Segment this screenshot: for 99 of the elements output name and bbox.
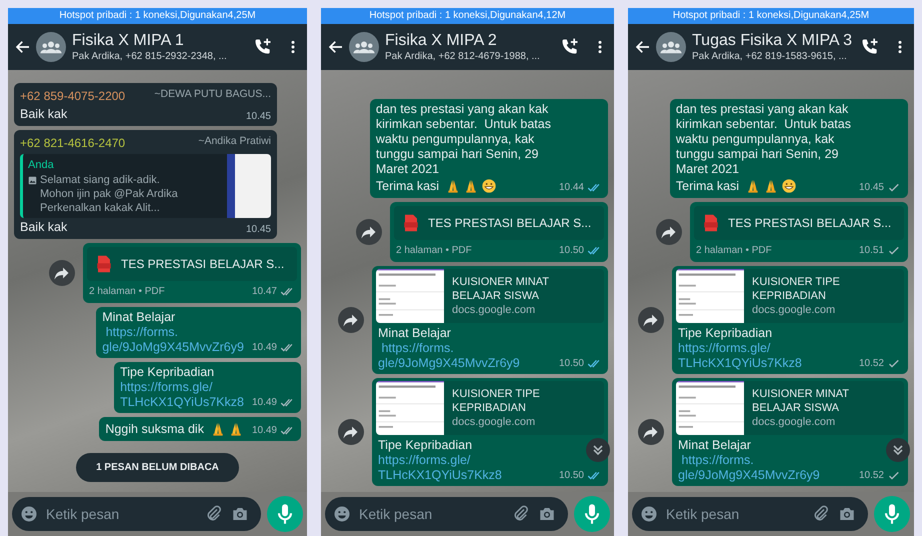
emoji-icon	[20, 505, 38, 523]
microphone-button[interactable]	[874, 496, 910, 532]
forward-button[interactable]	[338, 419, 364, 445]
preview-domain: docs.google.com	[452, 414, 536, 430]
preview-title: KUISIONER MINAT BELAJAR SISWA	[452, 274, 550, 302]
message-link[interactable]: https://forms.gle/ TLHcKX1QYiUs7Kkz8	[120, 380, 244, 410]
message-time: 10.49	[252, 342, 277, 352]
unread-messages-banner: 1 PESAN BELUM DIBACA	[76, 453, 239, 482]
preview-domain: docs.google.com	[752, 302, 836, 318]
message-time: 10.49	[252, 426, 277, 436]
emoji-icon	[640, 505, 658, 523]
message-text: Baik kak	[20, 220, 68, 235]
group-avatar[interactable]	[656, 32, 686, 62]
message-link[interactable]: https://forms.gle/ TLHcKX1QYiUs7Kkz8	[678, 341, 851, 371]
message-text: dan tes prestasi yang akan kak kirimkan sebentar. Untuk batas waktu pengumpulannya, kak tunggu sampai hari Senin, 29 Maret 2021	[676, 102, 851, 177]
preview-domain: docs.google.com	[752, 414, 836, 430]
sender-name: ~DEWA PUTU BAGUS...	[154, 86, 271, 102]
sender-phone: +62 821-4616-2470	[20, 134, 126, 152]
microphone-button[interactable]	[574, 496, 610, 532]
chat-participants: Pak Ardika, +62 819-1583-9615, ...	[692, 50, 847, 63]
preview-title: KUISIONER MINAT BELAJAR SISWA	[752, 386, 850, 414]
message-text: Minat Belajar	[678, 438, 752, 453]
emoji-icon	[333, 505, 351, 523]
status-bar: Hotspot pribadi : 1 koneksi,Digunakan4,25M	[8, 8, 307, 24]
document-title: TES PRESTASI BELAJAR S...	[728, 215, 892, 232]
scroll-down-button[interactable]	[586, 438, 610, 462]
message-time: 10.45	[246, 112, 271, 122]
scroll-down-button[interactable]	[886, 438, 910, 462]
sender-name: ~Andika Pratiwi	[198, 134, 271, 148]
message-text: Tipe Kepribadian	[378, 438, 474, 453]
quote-text: Selamat siang adik-adik. Mohon ijin pak @Pak Ardika Perkenalkan kakak Alit...	[40, 173, 178, 215]
chat-title[interactable]: Tugas Fisika X MIPA 3	[692, 31, 852, 50]
message-time: 10.51	[858, 246, 884, 256]
message-time: 10.49	[252, 398, 277, 408]
document-info: 2 halaman • PDF	[89, 285, 165, 299]
document-title: TES PRESTASI BELAJAR S...	[428, 215, 592, 232]
forward-button[interactable]	[338, 307, 364, 333]
pdf-icon	[702, 212, 720, 234]
photo-placeholder	[227, 154, 271, 218]
pdf-icon	[95, 253, 113, 275]
pdf-icon	[402, 212, 420, 234]
camera-icon[interactable]	[538, 505, 556, 523]
message-link[interactable]: https://forms. gle/9JoMg9X45MvvZr6y9	[378, 341, 551, 371]
message-text: Minat Belajar	[102, 310, 176, 325]
status-bar: Hotspot pribadi : 1 koneksi,Digunakan4,12M	[321, 8, 614, 24]
message-time: 10.52	[858, 470, 884, 480]
form-thumbnail-drawing	[376, 269, 444, 323]
message-link[interactable]: https://forms.gle/ TLHcKX1QYiUs7Kkz8	[378, 453, 551, 483]
message-time: 10.50	[558, 470, 584, 480]
message-time: 10.45	[858, 182, 884, 192]
message-text: Terima kasi	[676, 178, 740, 195]
document-title: TES PRESTASI BELAJAR S...	[121, 256, 284, 273]
status-bar: Hotspot pribadi : 1 koneksi,Digunakan4,25M	[628, 8, 914, 24]
message-time: 10.50	[558, 358, 584, 368]
message-time: 10.45	[246, 225, 271, 235]
form-thumbnail-drawing	[376, 381, 444, 435]
message-time: 10.50	[558, 246, 584, 256]
message-time: 10.44	[558, 182, 584, 192]
forward-button[interactable]	[638, 307, 664, 333]
forward-button[interactable]	[356, 219, 382, 245]
preview-domain: docs.google.com	[452, 302, 536, 318]
sender-phone: +62 859-4075-2200	[20, 88, 126, 104]
forward-button[interactable]	[49, 260, 75, 286]
preview-title: KUISIONER TIPE KEPRIBADIAN	[752, 274, 841, 302]
message-text: Terima kasi	[376, 178, 440, 195]
message-time: 10.47	[252, 286, 277, 296]
group-avatar[interactable]	[349, 32, 379, 62]
camera-icon[interactable]	[231, 505, 249, 523]
message-input-field[interactable]: Ketik pesan	[325, 497, 568, 531]
chat-participants: Pak Ardika, +62 812-4679-1988, ...	[385, 50, 540, 63]
microphone-button[interactable]	[267, 496, 303, 532]
document-info: 2 halaman • PDF	[396, 244, 472, 258]
message-time: 10.52	[858, 358, 884, 368]
message-text: Tipe Kepribadian	[120, 365, 216, 380]
quote-author: Anda	[28, 158, 55, 172]
forward-button[interactable]	[638, 419, 664, 445]
message-text: dan tes prestasi yang akan kak kirimkan sebentar. Untuk batas waktu pengumpulannya, kak tunggu sampai hari Senin, 29 Maret 2021	[376, 102, 551, 177]
message-input-field[interactable]: Ketik pesan	[12, 497, 261, 531]
message-text: Baik kak	[20, 106, 68, 122]
chat-title[interactable]: Fisika X MIPA 2	[385, 31, 497, 50]
group-avatar[interactable]	[36, 32, 66, 62]
chat-participants: Pak Ardika, +62 815-2932-2348, ...	[72, 50, 227, 63]
form-thumbnail-drawing	[676, 381, 744, 435]
message-text: Nggih suksma dik	[105, 421, 204, 438]
message-text: Tipe Kepribadian	[678, 326, 774, 341]
message-input-field[interactable]: Ketik pesan	[632, 497, 868, 531]
attach-icon[interactable]	[812, 505, 830, 523]
preview-title: KUISIONER TIPE KEPRIBADIAN	[452, 386, 541, 414]
image-icon	[28, 176, 37, 185]
forward-button[interactable]	[656, 219, 682, 245]
camera-icon[interactable]	[838, 505, 856, 523]
document-info: 2 halaman • PDF	[696, 244, 772, 258]
chat-title[interactable]: Fisika X MIPA 1	[72, 31, 184, 50]
message-text: Minat Belajar	[378, 326, 452, 341]
message-link[interactable]: https://forms. gle/9JoMg9X45MvvZr6y9	[102, 325, 244, 355]
attach-icon[interactable]	[205, 505, 223, 523]
attach-icon[interactable]	[512, 505, 530, 523]
form-thumbnail-drawing	[676, 269, 744, 323]
message-link[interactable]: https://forms. gle/9JoMg9X45MvvZr6y9	[678, 453, 851, 483]
